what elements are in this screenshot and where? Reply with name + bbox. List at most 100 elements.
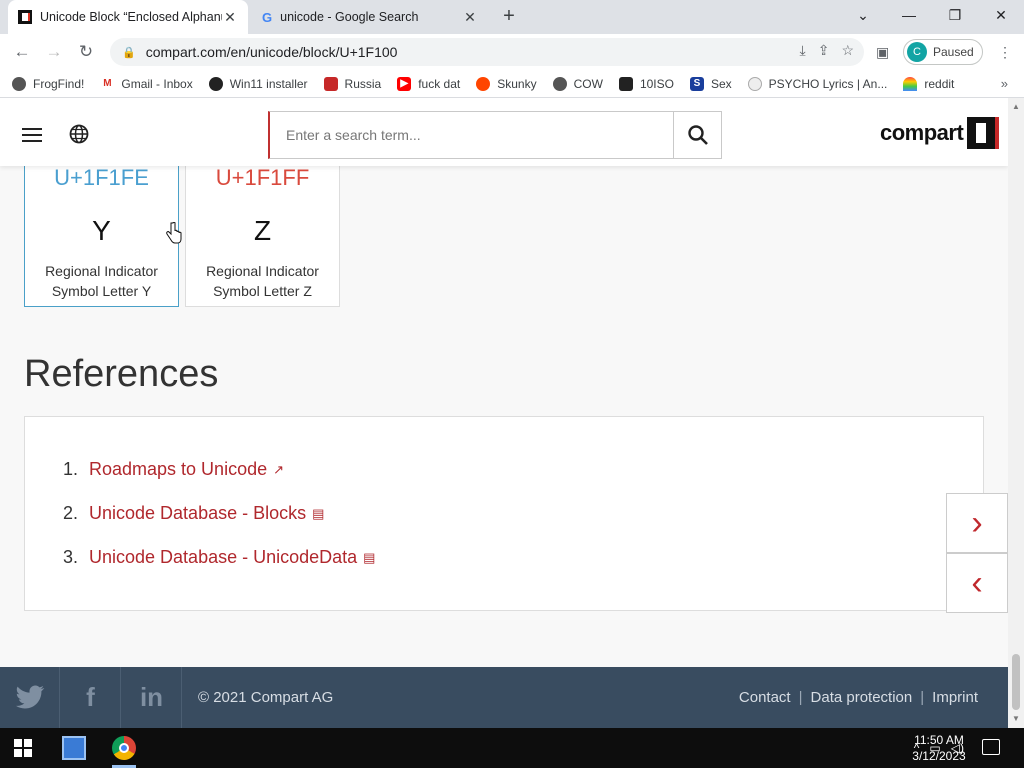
tab-google-search[interactable]: G unicode - Google Search ✕ — [252, 0, 488, 34]
compart-logo-mark-icon — [967, 117, 1000, 149]
hand-cursor-icon — [166, 222, 182, 244]
hamburger-menu-icon[interactable] — [22, 128, 42, 142]
install-icon[interactable]: ⤓ — [800, 42, 806, 59]
avatar: C — [907, 42, 927, 62]
windows-start-icon[interactable] — [14, 739, 32, 757]
notification-center-icon[interactable] — [982, 739, 1000, 755]
rainbow-icon — [903, 76, 918, 91]
bookmark-item[interactable]: 10ISO — [618, 76, 674, 91]
reference-item: 1. Roadmaps to Unicode ↗ — [63, 459, 285, 480]
site-footer: f in © 2021 Compart AG Contact | Data pr… — [0, 667, 1008, 728]
bookmark-item[interactable]: S Sex — [689, 76, 732, 91]
references-list: 1. Roadmaps to Unicode ↗ 2. Unicode Data… — [24, 416, 984, 611]
code-point: U+1F1FE — [54, 165, 149, 190]
bookmark-red-icon — [323, 76, 338, 91]
tab-unicode-block[interactable]: Unicode Block “Enclosed Alphanumeric Sup… — [8, 0, 248, 34]
bookmark-item[interactable]: PSYCHO Lyrics | An... — [747, 76, 887, 91]
scroll-thumb[interactable] — [1012, 654, 1020, 710]
search-button[interactable] — [673, 111, 722, 159]
tab-close-icon[interactable]: ✕ — [222, 9, 238, 26]
page-scrollbar[interactable]: ▲ ▼ — [1008, 98, 1024, 728]
address-bar[interactable]: 🔒 compart.com/en/unicode/block/U+1F100 ⤓… — [110, 38, 864, 66]
bookmark-item[interactable]: reddit — [903, 76, 954, 91]
reference-link[interactable]: Roadmaps to Unicode — [89, 459, 267, 480]
circle-icon — [747, 76, 762, 91]
share-icon[interactable]: ⇪ — [818, 42, 830, 59]
reference-item: 2. Unicode Database - Blocks ▤ — [63, 503, 325, 524]
reddit-icon — [476, 76, 491, 91]
bookmark-item[interactable]: M Gmail - Inbox — [100, 76, 193, 91]
divider: | — [920, 689, 925, 706]
footer-link-data-protection[interactable]: Data protection — [811, 689, 913, 706]
search-input[interactable]: Enter a search term... — [268, 111, 674, 159]
references-heading: References — [24, 353, 219, 395]
bookmark-item[interactable]: ▶ fuck dat — [397, 76, 460, 91]
character-name: Regional Indicator Symbol Letter Z — [206, 263, 319, 299]
next-block-button[interactable]: › — [946, 493, 1008, 553]
lock-icon: 🔒 — [122, 46, 136, 59]
windows-taskbar: ^ ▭ ◁) 11:50 AM 3/12/2023 — [0, 728, 1024, 768]
bookmark-item[interactable]: Win11 installer — [208, 76, 308, 91]
bookmark-item[interactable]: Russia — [323, 76, 381, 91]
bookmark-item[interactable]: Skunky — [476, 76, 537, 91]
new-tab-button[interactable]: + — [498, 5, 520, 27]
chevron-right-icon: › — [971, 503, 983, 542]
linkedin-icon[interactable]: in — [122, 667, 182, 728]
document-icon: ▤ — [363, 549, 376, 565]
external-link-icon: ↗ — [273, 461, 285, 477]
minimize-button[interactable]: — — [886, 0, 932, 30]
chrome-app-icon[interactable] — [112, 736, 136, 760]
github-icon — [208, 76, 223, 91]
page-viewport: Enter a search term... compart U+1F1FE Y… — [0, 98, 1008, 728]
google-favicon-icon: G — [262, 9, 273, 25]
system-clock[interactable]: 11:50 AM 3/12/2023 — [904, 732, 974, 764]
reference-item: 3. Unicode Database - UnicodeData ▤ — [63, 547, 376, 568]
browser-tab-bar: Unicode Block “Enclosed Alphanumeric Sup… — [0, 0, 1024, 34]
footer-link-imprint[interactable]: Imprint — [932, 689, 978, 706]
globe-icon — [12, 76, 26, 91]
restore-button[interactable]: ❐ — [932, 0, 978, 30]
bookmark-item[interactable]: FrogFind! — [12, 76, 84, 91]
scroll-up-icon[interactable]: ▲ — [1012, 102, 1020, 111]
twitter-icon[interactable] — [0, 667, 60, 728]
back-button[interactable]: ← — [10, 40, 34, 64]
compart-logo[interactable]: compart — [880, 117, 1000, 149]
bookmark-star-icon[interactable]: ☆ — [841, 42, 854, 59]
logo-text: compart — [880, 120, 964, 145]
footer-link-contact[interactable]: Contact — [739, 689, 791, 706]
site-header: Enter a search term... compart — [0, 98, 1008, 166]
menu-kebab-icon[interactable]: ⋮ — [998, 44, 1012, 61]
code-point: U+1F1FF — [215, 165, 310, 190]
search-icon — [687, 125, 708, 145]
compart-favicon-icon — [18, 10, 32, 24]
divider: | — [798, 689, 803, 706]
forward-button[interactable]: → — [42, 40, 66, 64]
reload-button[interactable]: ↻ — [74, 40, 98, 64]
footer-links: Contact | Data protection | Imprint — [739, 689, 978, 706]
tab-title: Unicode Block “Enclosed Alphanumeric Sup… — [40, 10, 222, 24]
tab-title: unicode - Google Search — [280, 10, 419, 24]
close-window-button[interactable]: ✕ — [978, 0, 1024, 30]
copyright-text: © 2021 Compart AG — [198, 689, 334, 706]
tab-search-chevron-icon[interactable]: ⌄ — [840, 0, 886, 30]
tab-close-icon[interactable]: ✕ — [462, 9, 478, 26]
language-globe-icon[interactable] — [69, 124, 89, 144]
photos-app-icon[interactable] — [62, 736, 86, 760]
bookmarks-overflow-icon[interactable]: » — [1001, 76, 1008, 91]
reference-link[interactable]: Unicode Database - Blocks — [89, 503, 306, 524]
search-placeholder: Enter a search term... — [286, 127, 421, 143]
profile-button[interactable]: C Paused — [903, 39, 983, 65]
reference-link[interactable]: Unicode Database - UnicodeData — [89, 547, 357, 568]
character-name: Regional Indicator Symbol Letter Y — [45, 263, 158, 299]
profile-status: Paused — [933, 45, 974, 59]
facebook-icon[interactable]: f — [61, 667, 121, 728]
glyph: Z — [253, 215, 272, 246]
side-panel-icon[interactable]: ▣ — [876, 44, 889, 61]
bookmark-item[interactable]: COW — [552, 76, 603, 91]
previous-block-button[interactable]: ‹ — [946, 553, 1008, 613]
url-text: compart.com/en/unicode/block/U+1F100 — [145, 44, 398, 60]
globe-icon — [552, 76, 567, 91]
glyph: Y — [92, 215, 111, 246]
browser-toolbar: ← → ↻ 🔒 compart.com/en/unicode/block/U+1… — [0, 34, 1024, 70]
scroll-down-icon[interactable]: ▼ — [1012, 714, 1020, 723]
